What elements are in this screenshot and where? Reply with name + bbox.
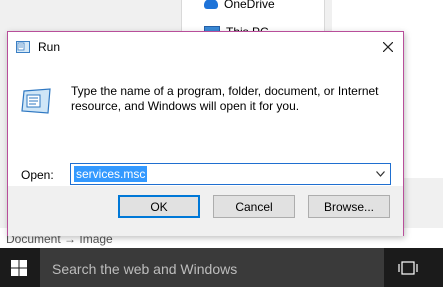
windows-logo-icon [11, 259, 27, 276]
dialog-button-row: OK Cancel Browse... [8, 186, 403, 236]
chevron-down-icon [375, 171, 385, 177]
open-input-value[interactable]: services.msc [74, 166, 148, 182]
open-combobox[interactable]: services.msc [70, 163, 391, 185]
dialog-description: Type the name of a program, folder, docu… [71, 84, 379, 113]
taskbar-search-box[interactable]: Search the web and Windows [40, 248, 384, 287]
dialog-titlebar[interactable]: Run [8, 32, 403, 62]
taskbar: Search the web and Windows [0, 248, 443, 287]
close-icon [383, 42, 393, 52]
onedrive-icon [204, 0, 218, 9]
start-button[interactable] [0, 248, 38, 287]
dropdown-button[interactable] [374, 168, 386, 180]
task-view-button[interactable] [386, 248, 430, 287]
task-view-icon [398, 260, 418, 275]
close-button[interactable] [373, 32, 403, 62]
ok-button[interactable]: OK [118, 195, 200, 218]
search-placeholder: Search the web and Windows [52, 261, 238, 277]
run-dialog: Run Type the name of a program, folder, … [7, 31, 404, 236]
dialog-title: Run [38, 40, 61, 54]
cancel-button[interactable]: Cancel [213, 195, 295, 218]
explorer-item-label: OneDrive [224, 0, 275, 11]
run-program-icon [21, 88, 51, 114]
open-label: Open: [21, 168, 54, 182]
run-icon [16, 41, 30, 53]
browse-button[interactable]: Browse... [308, 195, 390, 218]
dialog-body: Type the name of a program, folder, docu… [8, 62, 403, 186]
explorer-item-onedrive[interactable]: OneDrive [204, 0, 275, 12]
